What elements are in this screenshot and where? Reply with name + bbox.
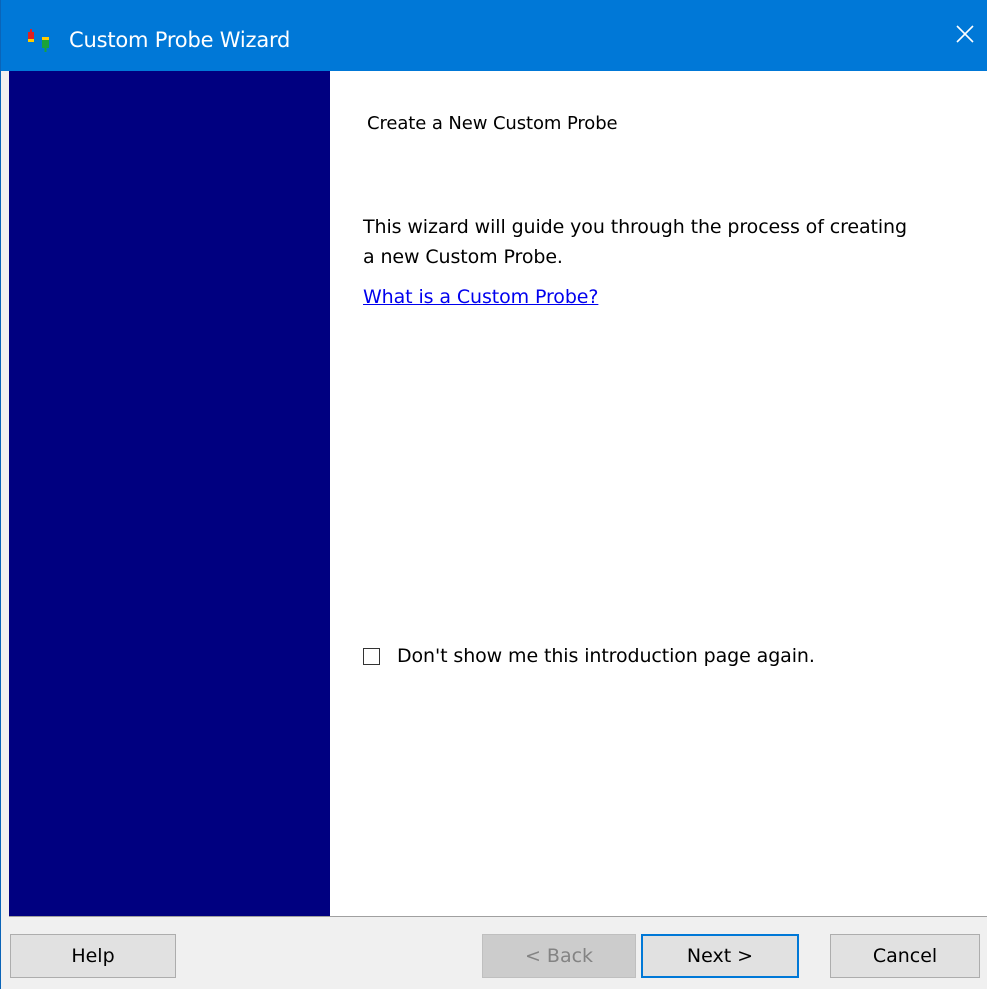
window-title: Custom Probe Wizard	[69, 28, 291, 52]
checkbox-box[interactable]	[363, 647, 380, 665]
wizard-window: Custom Probe Wizard Create a New Custom …	[0, 0, 987, 989]
title-bar[interactable]: Custom Probe Wizard	[1, 0, 987, 71]
checkbox-label: Don't show me this introduction page aga…	[397, 645, 815, 667]
page-title: Create a New Custom Probe	[367, 113, 618, 134]
wizard-sidebar-banner	[9, 71, 330, 916]
back-button[interactable]: < Back	[482, 934, 636, 978]
next-button[interactable]: Next >	[641, 934, 799, 978]
wizard-content-panel: Create a New Custom Probe This wizard wi…	[330, 71, 987, 916]
close-button[interactable]	[942, 0, 987, 71]
help-button[interactable]: Help	[10, 934, 176, 978]
cancel-button[interactable]: Cancel	[830, 934, 980, 978]
button-bar: Help < Back Next > Cancel	[1, 917, 987, 989]
dont-show-again-checkbox[interactable]: Don't show me this introduction page aga…	[363, 645, 815, 667]
intro-text: This wizard will guide you through the p…	[363, 216, 907, 268]
probe-app-icon	[27, 29, 55, 53]
close-icon	[955, 24, 975, 48]
what-is-custom-probe-link[interactable]: What is a Custom Probe?	[363, 286, 598, 308]
